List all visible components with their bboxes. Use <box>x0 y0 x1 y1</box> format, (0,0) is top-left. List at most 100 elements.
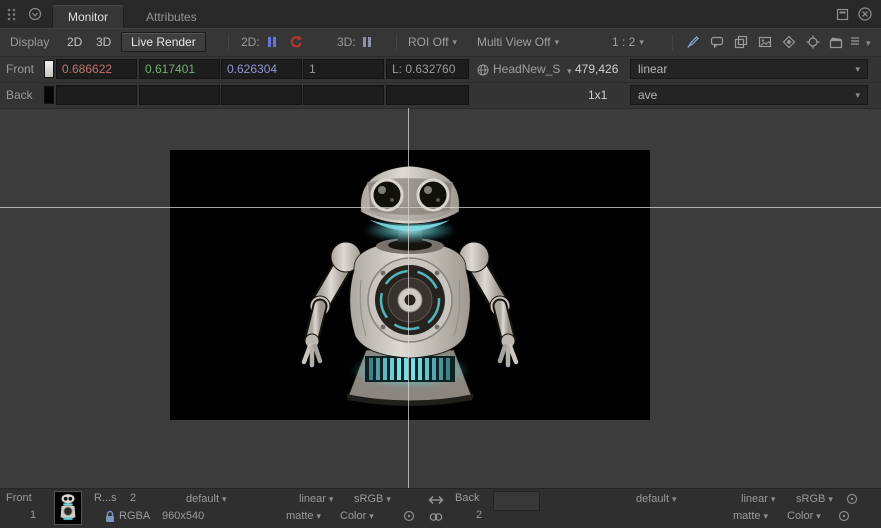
toolbar-separator <box>228 34 229 50</box>
pause-2d-icon[interactable] <box>268 37 276 47</box>
roi-dropdown[interactable]: ROI Off ▾ <box>408 35 457 49</box>
front-layer-dropdown[interactable]: default ▾ <box>186 492 227 506</box>
link-buffers-icon[interactable] <box>428 511 444 523</box>
chevron-down-icon: ▾ <box>855 88 860 102</box>
multi-view-value: Multi View Off <box>477 35 551 49</box>
front-resolution: 960x540 <box>162 510 204 522</box>
robot-render <box>170 150 650 420</box>
front-channel-view-value: Color <box>340 510 366 522</box>
render-node-dropdown[interactable]: HeadNew_S <box>493 62 560 76</box>
back-mode-dropdown[interactable]: ave ▾ <box>630 85 868 105</box>
compare-ratio-value: 1 : 2 <box>612 35 635 49</box>
tab-monitor[interactable]: Monitor <box>52 5 124 28</box>
render-node-value: HeadNew_S <box>493 62 560 76</box>
front-matte-value: matte <box>286 510 314 522</box>
footer-back-label: Back <box>455 492 479 504</box>
pixel-probe-back-row: Back 1x1 ave ▾ <box>0 82 881 108</box>
back-layer-dropdown[interactable]: default ▾ <box>636 492 677 506</box>
render-clapper-icon[interactable] <box>829 35 843 49</box>
compare-ratio-dropdown[interactable]: 1 : 2 ▾ <box>612 35 644 49</box>
refresh-2d-icon[interactable] <box>289 35 303 49</box>
front-channel-view-dropdown[interactable]: Color ▾ <box>340 509 374 523</box>
center-target-icon[interactable] <box>806 35 820 49</box>
chevron-down-icon[interactable]: ▾ <box>866 36 871 50</box>
comment-bubble-icon[interactable] <box>710 35 724 49</box>
chevron-down-icon: ▾ <box>639 35 644 49</box>
front-blue-field: 0.626304 <box>221 59 302 79</box>
lock-icon[interactable] <box>104 510 116 523</box>
close-icon[interactable] <box>858 7 872 21</box>
view-2d-button[interactable]: 2D <box>67 35 82 49</box>
front-colorspace-value: linear <box>638 62 667 76</box>
footer-front-label: Front <box>6 492 32 504</box>
back-display-dropdown[interactable]: sRGB ▾ <box>796 492 833 506</box>
tab-monitor-label: Monitor <box>68 10 108 24</box>
pixel-probe-front-row: Front 0.686622 0.617401 0.626304 1 L: 0.… <box>0 56 881 82</box>
front-green-field: 0.617401 <box>139 59 220 79</box>
back-display-value: sRGB <box>796 493 825 505</box>
back-channel-view-value: Color <box>787 510 813 522</box>
back-layer-value: default <box>636 493 669 505</box>
back-alpha-field <box>303 85 384 105</box>
crosshair-vertical <box>408 108 409 488</box>
image-snapshot-icon[interactable] <box>758 35 772 49</box>
back-buffer-index: 2 <box>476 509 482 521</box>
back-blue-field <box>221 85 302 105</box>
chevron-down-icon: ▾ <box>672 492 677 506</box>
cursor-coordinates: 479,426 <box>575 62 618 76</box>
front-thumbnail-image <box>55 492 81 524</box>
panel-grip-icon[interactable] <box>7 8 17 21</box>
back-matte-value: matte <box>733 510 761 522</box>
back-red-field <box>56 85 137 105</box>
front-colorspace-footer-dropdown[interactable]: linear ▾ <box>299 492 333 506</box>
back-label: Back <box>6 88 33 102</box>
chevron-down-icon: ▾ <box>828 492 833 506</box>
back-cycle-icon[interactable] <box>846 493 858 505</box>
display-menu[interactable]: Display <box>10 35 49 49</box>
panel-menu-icon[interactable] <box>28 7 42 21</box>
back-channel-view-dropdown[interactable]: Color ▾ <box>787 509 821 523</box>
zoom-level: 1x1 <box>588 88 607 102</box>
pixel-probe-pen-icon[interactable] <box>686 35 700 49</box>
multi-view-dropdown[interactable]: Multi View Off ▾ <box>477 35 559 49</box>
chevron-down-icon: ▾ <box>816 509 821 523</box>
front-display-dropdown[interactable]: sRGB ▾ <box>354 492 391 506</box>
chevron-down-icon: ▾ <box>222 492 227 506</box>
float-panel-icon[interactable] <box>836 8 849 21</box>
roi-value: ROI Off <box>408 35 448 49</box>
back-matte-dropdown[interactable]: matte ▾ <box>733 509 768 523</box>
live-render-button[interactable]: Live Render <box>121 32 206 52</box>
back-cycle-icon-2[interactable] <box>838 510 850 522</box>
front-matte-dropdown[interactable]: matte ▾ <box>286 509 321 523</box>
front-colorspace-dropdown[interactable]: linear ▾ <box>630 59 868 79</box>
diamond-compare-icon[interactable] <box>782 35 796 49</box>
pause-3d-icon[interactable] <box>363 37 371 47</box>
back-luminance-field <box>386 85 469 105</box>
tab-attributes[interactable]: Attributes <box>130 5 213 28</box>
back-color-swatch <box>44 86 54 104</box>
front-render-name[interactable]: R...s <box>94 492 117 504</box>
chevron-down-icon[interactable]: ▾ <box>567 64 572 78</box>
swap-buffers-icon[interactable] <box>428 494 444 506</box>
front-red-value: 0.686622 <box>62 62 112 76</box>
back-buffer-thumbnail[interactable] <box>493 491 540 511</box>
crosshair-horizontal <box>0 207 881 208</box>
playback-2d-label: 2D: <box>241 35 260 49</box>
front-buffer-thumbnail[interactable] <box>54 491 82 525</box>
monitor-viewport[interactable] <box>0 108 881 488</box>
playback-3d-label: 3D: <box>337 35 356 49</box>
front-color-swatch <box>44 60 54 78</box>
render-image[interactable] <box>170 150 650 420</box>
chevron-down-icon: ▾ <box>555 35 560 49</box>
chevron-down-icon: ▾ <box>855 62 860 76</box>
front-green-value: 0.617401 <box>145 62 195 76</box>
toolbar-menu-icon[interactable] <box>850 36 860 48</box>
back-colorspace-footer-dropdown[interactable]: linear ▾ <box>741 492 775 506</box>
front-layer-value: default <box>186 493 219 505</box>
globe-icon <box>477 64 489 76</box>
front-luminance-field: L: 0.632760 <box>386 59 469 79</box>
chevron-down-icon: ▾ <box>329 492 334 506</box>
duplicate-layers-icon[interactable] <box>734 35 748 49</box>
front-cycle-icon[interactable] <box>403 510 415 522</box>
view-3d-button[interactable]: 3D <box>96 35 111 49</box>
